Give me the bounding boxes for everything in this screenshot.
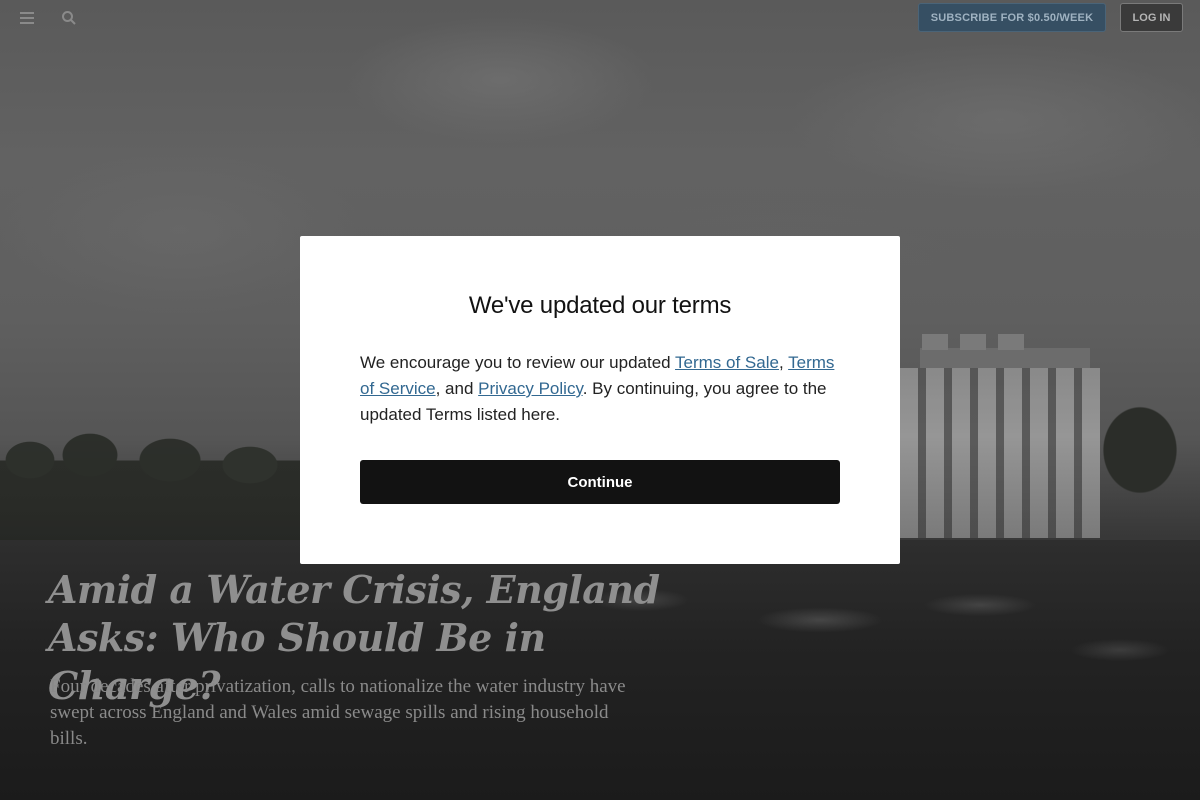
privacy-policy-link[interactable]: Privacy Policy [478,379,583,398]
page: SUBSCRIBE FOR $0.50/WEEK LOG IN Amid a W… [0,0,1200,800]
continue-button[interactable]: Continue [360,460,840,504]
terms-update-modal: We've updated our terms We encourage you… [300,236,900,564]
separator: , [778,353,789,372]
modal-title: We've updated our terms [468,292,732,319]
modal-body: We encourage you to review our updated T… [360,350,840,428]
terms-of-sale-link[interactable]: Terms of Sale [675,353,779,372]
modal-body-intro: We encourage you to review our updated [360,353,676,372]
separator: , and [435,379,479,398]
